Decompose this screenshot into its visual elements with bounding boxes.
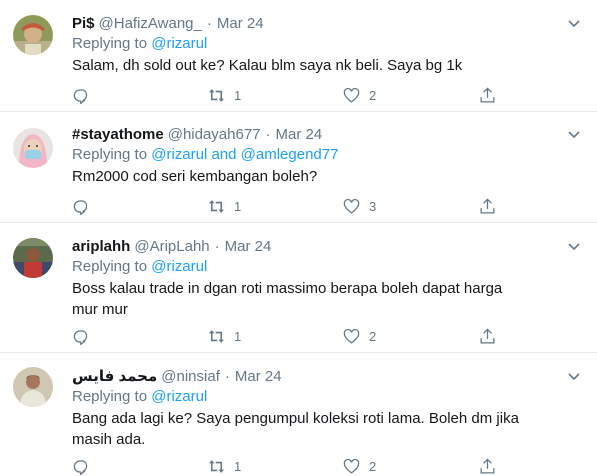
- share-button[interactable]: [478, 197, 497, 216]
- share-icon: [480, 328, 495, 344]
- tweet-4[interactable]: محمد فايس @ninsiaf · Mar 24 Replying to …: [0, 353, 597, 476]
- tweet-date[interactable]: Mar 24: [235, 367, 282, 387]
- heart-icon: [343, 198, 360, 214]
- chevron-down-icon[interactable]: [565, 237, 583, 255]
- like-button[interactable]: 2: [342, 327, 376, 346]
- display-name[interactable]: محمد فايس: [72, 367, 157, 387]
- reply-icon: [73, 200, 88, 216]
- tweet-date[interactable]: Mar 24: [276, 125, 323, 145]
- tweet-1[interactable]: Pi$ @HafizAwang_ · Mar 24 Replying to @r…: [0, 0, 597, 112]
- user-handle[interactable]: @hidayah677: [168, 125, 261, 145]
- display-name[interactable]: #stayathome: [72, 125, 164, 145]
- tweet-header: Pi$ @HafizAwang_ · Mar 24: [72, 14, 587, 34]
- mention-link[interactable]: @rizarul: [151, 388, 207, 405]
- replying-to-label: Replying to: [72, 388, 148, 405]
- tweet-header: #stayathome @hidayah677 · Mar 24: [72, 125, 587, 145]
- tweet-text: Rm2000 cod seri kembangan boleh?: [72, 168, 318, 185]
- like-count: 3: [369, 199, 377, 214]
- retweet-count: 1: [234, 329, 242, 344]
- user-handle[interactable]: @ninsiaf: [161, 367, 220, 387]
- retweet-icon: [208, 89, 225, 102]
- tweet-date[interactable]: Mar 24: [225, 237, 272, 257]
- like-count: 2: [369, 329, 377, 344]
- replying-to: Replying to @rizarul: [72, 257, 587, 277]
- tweet-3[interactable]: ariplahh @AripLahh · Mar 24 Replying to …: [0, 223, 597, 353]
- reply-button[interactable]: [72, 327, 91, 346]
- retweet-button[interactable]: 1: [207, 86, 241, 105]
- retweet-button[interactable]: 1: [207, 457, 241, 476]
- retweet-button[interactable]: 1: [207, 327, 241, 346]
- display-name[interactable]: Pi$: [72, 14, 95, 34]
- replying-to: Replying to @rizarul: [72, 387, 587, 407]
- reply-button[interactable]: [72, 86, 91, 105]
- chevron-down-icon[interactable]: [565, 14, 583, 32]
- retweet-count: 1: [234, 199, 242, 214]
- avatar[interactable]: [13, 367, 53, 407]
- user-handle[interactable]: @HafizAwang_: [99, 14, 202, 34]
- user-handle[interactable]: @AripLahh: [134, 237, 209, 257]
- tweet-2[interactable]: #stayathome @hidayah677 · Mar 24 Replyin…: [0, 112, 597, 223]
- retweet-button[interactable]: 1: [207, 197, 241, 216]
- chevron-down-icon[interactable]: [565, 367, 583, 385]
- retweet-count: 1: [234, 88, 242, 103]
- like-button[interactable]: 3: [342, 197, 376, 216]
- reply-button[interactable]: [72, 457, 91, 476]
- replying-to: Replying to @rizarul and @amlegend77: [72, 145, 587, 165]
- mention-link[interactable]: @rizarul and @amlegend77: [151, 146, 338, 163]
- share-button[interactable]: [478, 457, 497, 476]
- retweet-count: 1: [234, 459, 242, 474]
- separator-dot: ·: [214, 238, 220, 255]
- heart-icon: [343, 87, 360, 103]
- avatar[interactable]: [13, 15, 53, 55]
- retweet-icon: [208, 460, 225, 473]
- mention-link[interactable]: @rizarul: [151, 258, 207, 275]
- separator-dot: ·: [206, 15, 212, 32]
- reply-icon: [73, 330, 88, 346]
- replying-to-label: Replying to: [72, 258, 148, 275]
- replying-to-label: Replying to: [72, 146, 148, 163]
- share-button[interactable]: [478, 86, 497, 105]
- avatar[interactable]: [13, 238, 53, 278]
- like-button[interactable]: 2: [342, 457, 376, 476]
- share-button[interactable]: [478, 327, 497, 346]
- like-count: 2: [369, 88, 377, 103]
- share-icon: [480, 458, 495, 474]
- retweet-icon: [208, 200, 225, 213]
- tweet-header: ariplahh @AripLahh · Mar 24: [72, 237, 587, 257]
- like-count: 2: [369, 459, 377, 474]
- display-name[interactable]: ariplahh: [72, 237, 130, 257]
- like-button[interactable]: 2: [342, 86, 376, 105]
- separator-dot: ·: [265, 126, 271, 143]
- mention-link[interactable]: @rizarul: [151, 35, 207, 52]
- reply-button[interactable]: [72, 197, 91, 216]
- replying-to: Replying to @rizarul: [72, 34, 587, 54]
- avatar[interactable]: [13, 128, 53, 168]
- heart-icon: [343, 458, 360, 474]
- chevron-down-icon[interactable]: [565, 125, 583, 143]
- share-icon: [480, 87, 495, 103]
- share-icon: [480, 198, 495, 214]
- retweet-icon: [208, 330, 225, 343]
- reply-icon: [73, 460, 88, 476]
- tweet-text: Boss kalau trade in dgan roti massimo be…: [72, 280, 503, 318]
- heart-icon: [343, 328, 360, 344]
- tweet-header: محمد فايس @ninsiaf · Mar 24: [72, 367, 587, 387]
- separator-dot: ·: [224, 368, 230, 385]
- replying-to-label: Replying to: [72, 35, 148, 52]
- tweet-date[interactable]: Mar 24: [217, 14, 264, 34]
- tweet-text: Bang ada lagi ke? Saya pengumpul koleksi…: [72, 410, 519, 448]
- tweet-text: Salam, dh sold out ke? Kalau blm saya nk…: [72, 57, 463, 74]
- reply-icon: [73, 89, 88, 105]
